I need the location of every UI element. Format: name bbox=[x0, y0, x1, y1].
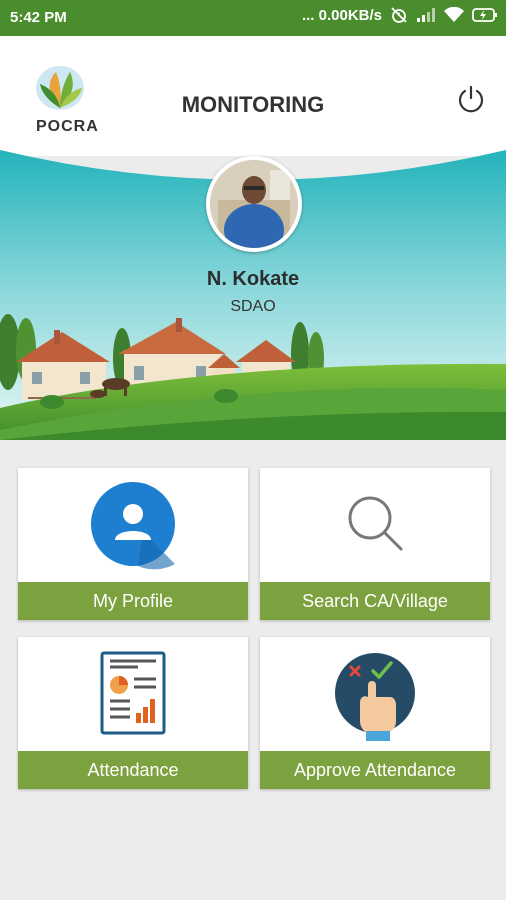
approve-attendance-label: Approve Attendance bbox=[260, 751, 490, 789]
my-profile-tile[interactable]: My Profile bbox=[18, 468, 248, 620]
magnifier-icon bbox=[260, 468, 490, 582]
status-icons: ... 0.00KB/s bbox=[302, 6, 498, 24]
search-ca-village-tile[interactable]: Search CA/Village bbox=[260, 468, 490, 620]
logo-text: POCRA bbox=[36, 118, 99, 135]
user-role: SDAO bbox=[230, 298, 276, 315]
page-title: MONITORING bbox=[181, 92, 325, 117]
user-name: N. Kokate bbox=[206, 268, 300, 290]
power-icon[interactable] bbox=[456, 84, 486, 114]
attendance-tile[interactable]: Attendance bbox=[18, 637, 248, 789]
attendance-label: Attendance bbox=[18, 751, 248, 789]
battery-charging-icon bbox=[472, 7, 498, 23]
wifi-icon bbox=[444, 7, 464, 23]
signal-icon bbox=[416, 7, 436, 23]
app-header: POCRA MONITORING bbox=[0, 36, 506, 156]
report-chart-icon bbox=[18, 637, 248, 751]
search-ca-village-label: Search CA/Village bbox=[260, 582, 490, 620]
approve-hand-icon bbox=[260, 637, 490, 751]
approve-attendance-tile[interactable]: Approve Attendance bbox=[260, 637, 490, 789]
network-speed: ... 0.00KB/s bbox=[301, 6, 382, 24]
avatar bbox=[206, 156, 302, 252]
status-time: 5:42 PM bbox=[10, 9, 67, 26]
my-profile-label: My Profile bbox=[18, 582, 248, 620]
status-bar: 5:42 PM ... 0.00KB/s bbox=[0, 0, 506, 36]
alarm-off-icon bbox=[390, 6, 408, 24]
